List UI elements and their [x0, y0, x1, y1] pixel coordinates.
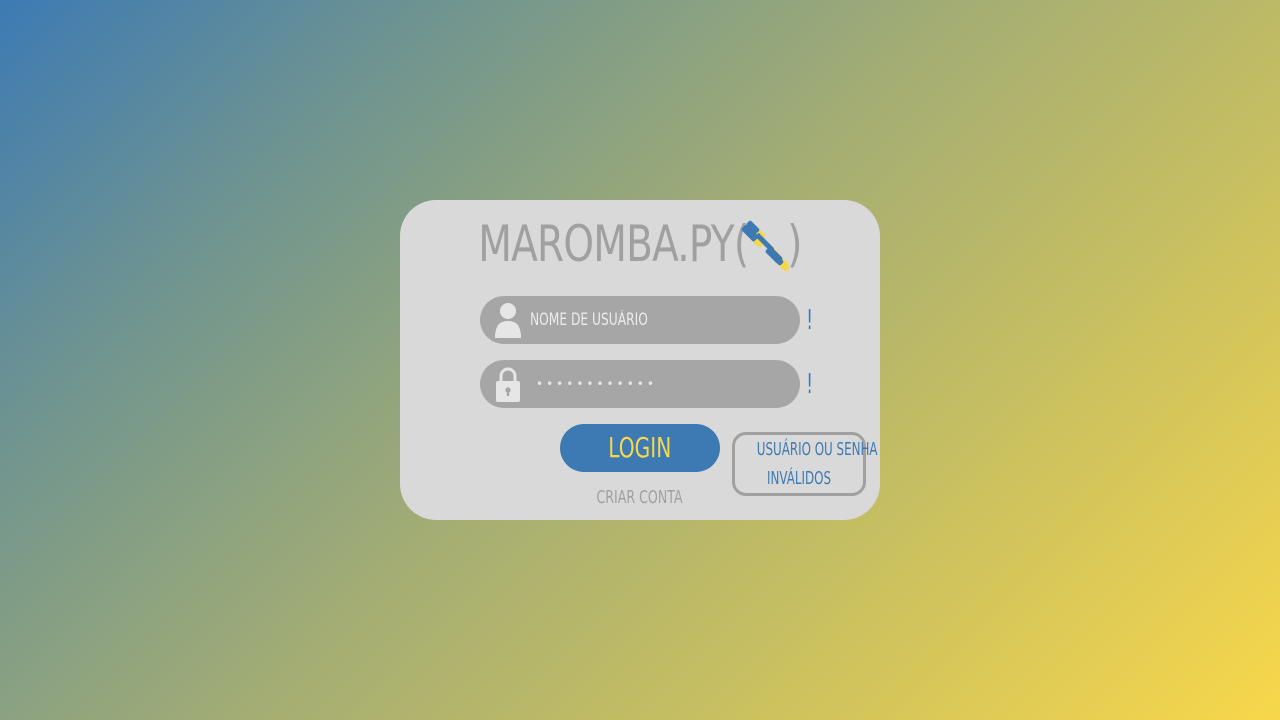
login-button[interactable]: LOGIN	[560, 424, 720, 472]
user-icon	[495, 303, 521, 338]
lock-icon	[496, 367, 520, 402]
create-account-label: CRIAR CONTA	[596, 487, 684, 508]
username-field	[480, 296, 800, 344]
login-card: MAROMBA.PY() !	[400, 200, 880, 520]
create-account-link[interactable]: CRIAR CONTA	[560, 484, 720, 512]
error-message-line1: USUÁRIO OU SENHA	[756, 439, 878, 460]
error-message-line2: INVÁLIDOS	[766, 468, 832, 489]
password-input[interactable]	[536, 360, 786, 408]
username-warning: !	[806, 303, 813, 336]
app-title-text: MAROMBA.PY	[478, 215, 734, 273]
username-input[interactable]	[530, 296, 775, 344]
dumbbell-icon	[741, 220, 790, 272]
password-field	[480, 360, 800, 408]
password-warning: !	[806, 367, 813, 400]
error-message: USUÁRIO OU SENHA INVÁLIDOS	[732, 432, 878, 496]
login-button-label: LOGIN	[608, 431, 672, 464]
